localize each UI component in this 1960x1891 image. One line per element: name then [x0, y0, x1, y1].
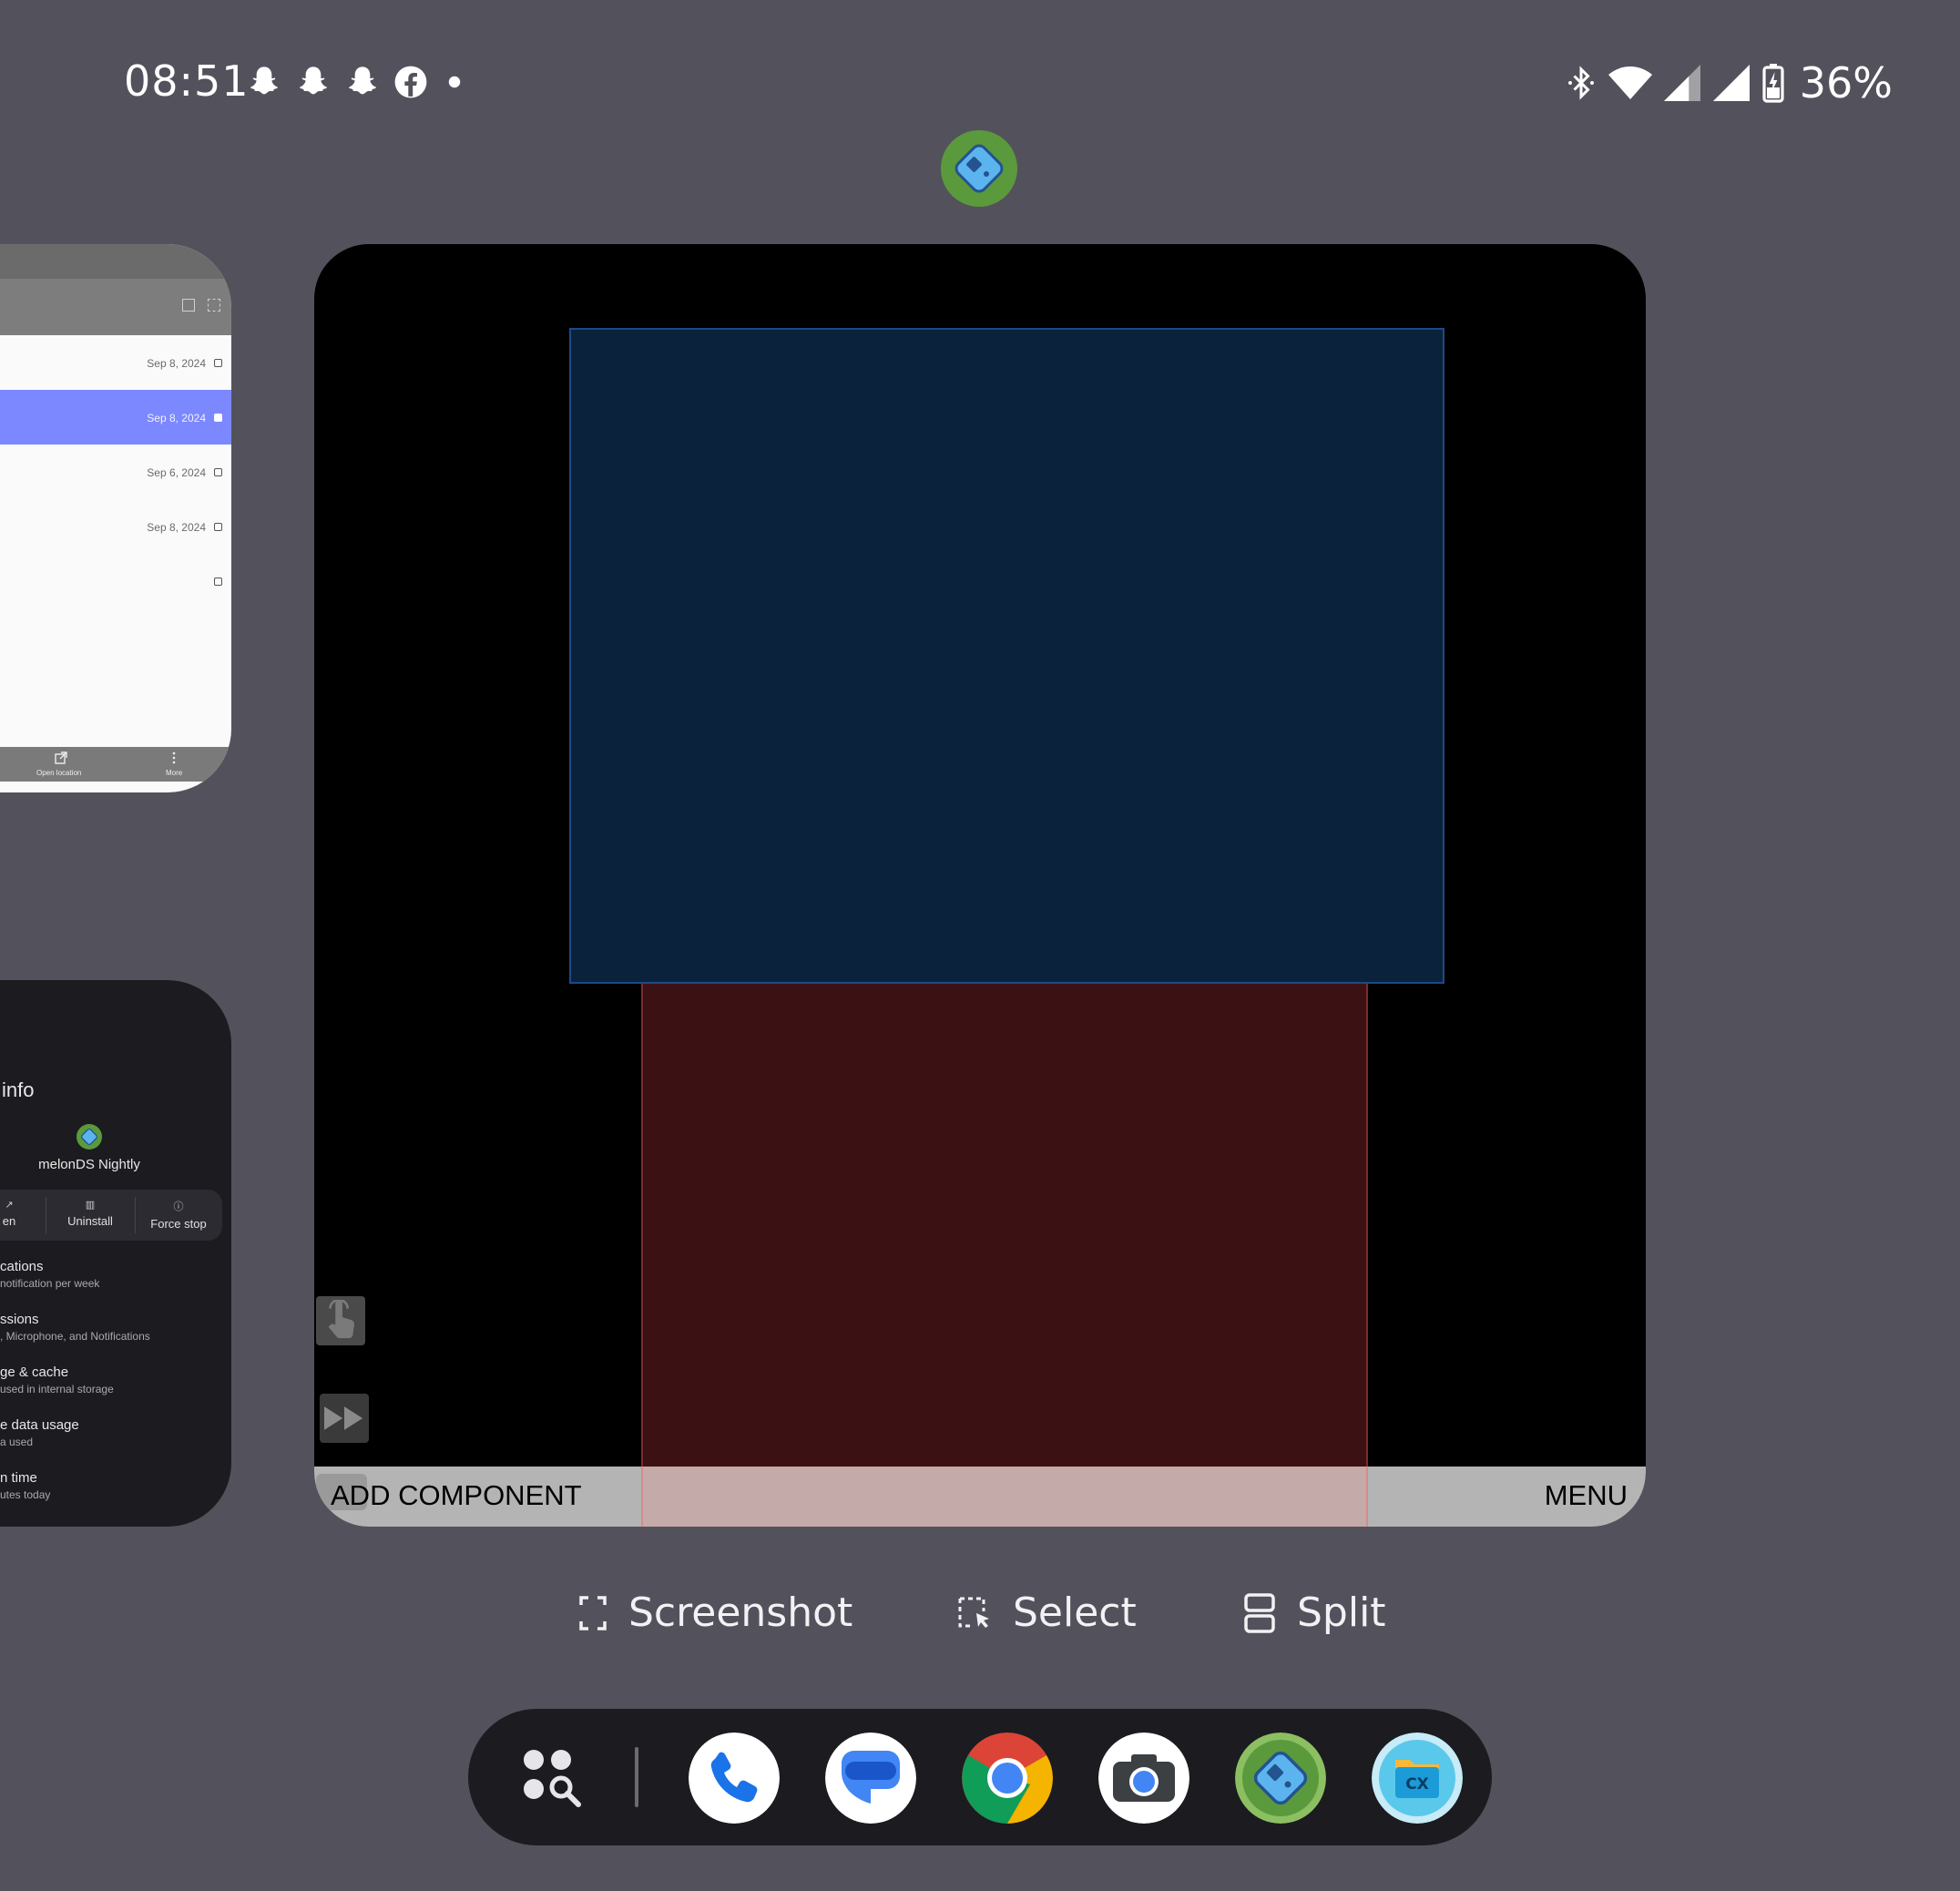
notification-icons	[246, 64, 468, 100]
settings-item-subtitle: , Microphone, and Notifications	[0, 1330, 150, 1343]
app-name: melonDS Nightly	[38, 1157, 140, 1172]
file-date: Sep 6, 2024	[147, 466, 206, 479]
ds-top-screen-area[interactable]	[569, 328, 1444, 984]
settings-item-title: e data usage	[0, 1417, 79, 1433]
open-label: en	[2, 1214, 16, 1228]
file-checkbox[interactable]	[214, 578, 222, 586]
app-drawer-search-icon[interactable]	[523, 1749, 585, 1811]
select-icon	[958, 1597, 989, 1628]
open-location-button[interactable]: Open location	[36, 769, 81, 777]
fast-forward-icon	[324, 1406, 363, 1430]
files-app-header	[0, 244, 231, 279]
melonds-icon[interactable]	[941, 130, 1017, 207]
facebook-icon	[394, 66, 427, 98]
wifi-icon	[1608, 66, 1652, 99]
bluetooth-icon	[1567, 66, 1594, 100]
file-date: Sep 8, 2024	[147, 521, 206, 534]
camera-icon[interactable]	[1098, 1733, 1189, 1824]
snapchat-icon	[300, 66, 327, 95]
more-grid-icon	[208, 299, 220, 312]
file-date: Sep 8, 2024	[147, 357, 206, 370]
file-row[interactable]: Sep 8, 2024	[0, 499, 231, 554]
file-checkbox-checked[interactable]	[214, 414, 222, 422]
files-bottom-actions: Open location More	[0, 747, 231, 782]
cx-file-explorer-icon[interactable]: CX	[1372, 1733, 1463, 1824]
trash-icon: ▥	[85, 1200, 96, 1211]
melonds-icon	[77, 1124, 102, 1150]
touch-toggle-button[interactable]	[316, 1296, 365, 1345]
uninstall-button[interactable]: ▥ Uninstall	[46, 1190, 135, 1241]
messages-icon[interactable]	[825, 1733, 916, 1824]
touch-hand-icon	[328, 1300, 355, 1339]
select-label: Select	[1013, 1589, 1137, 1636]
signal-icon	[1663, 65, 1700, 101]
file-row[interactable]: Sep 6, 2024	[0, 445, 231, 499]
settings-item-subtitle: notification per week	[0, 1277, 100, 1290]
stop-icon: ⓘ	[173, 1201, 184, 1212]
settings-item-permissions[interactable]: ssions , Microphone, and Notifications	[0, 1312, 150, 1343]
settings-item-subtitle: utes today	[0, 1488, 51, 1501]
menu-button[interactable]: MENU	[1545, 1479, 1628, 1512]
melonds-icon[interactable]	[1235, 1733, 1326, 1824]
settings-item-title: n time	[0, 1470, 37, 1486]
settings-item-subtitle: a used	[0, 1436, 34, 1448]
settings-item-storage[interactable]: ge & cache used in internal storage	[0, 1365, 114, 1395]
file-row[interactable]: Sep 8, 2024	[0, 335, 231, 390]
files-toolbar	[0, 279, 231, 335]
file-row-selected[interactable]: Sep 8, 2024	[0, 390, 231, 445]
file-checkbox[interactable]	[214, 359, 222, 367]
app-info-actions: ↗ en ▥ Uninstall ⓘ Force stop	[0, 1190, 222, 1241]
status-clock: 08:51	[124, 56, 250, 106]
open-icon: ↗	[5, 1200, 14, 1211]
select-button[interactable]: Select	[958, 1589, 1137, 1636]
select-all-icon	[182, 299, 195, 312]
battery-percent: 36%	[1799, 58, 1893, 107]
emulator-bottom-bar-overlap	[641, 1467, 1368, 1527]
settings-item-title: cations	[0, 1259, 44, 1274]
snapchat-icon	[349, 66, 376, 95]
battery-charging-icon	[1762, 64, 1784, 103]
chrome-icon[interactable]	[962, 1733, 1053, 1824]
system-status-icons: 36%	[1565, 58, 1893, 107]
settings-item-screen-time[interactable]: n time utes today	[0, 1470, 50, 1501]
screenshot-label: Screenshot	[628, 1589, 853, 1636]
settings-item-subtitle: used in internal storage	[0, 1383, 114, 1395]
settings-item-title: ge & cache	[0, 1365, 69, 1380]
split-label: Split	[1297, 1589, 1386, 1636]
svg-text:CX: CX	[1405, 1775, 1429, 1794]
phone-icon[interactable]	[689, 1733, 780, 1824]
signal-icon	[1712, 65, 1750, 101]
file-date: Sep 8, 2024	[147, 412, 206, 424]
more-button[interactable]: More	[166, 769, 182, 777]
uninstall-label: Uninstall	[67, 1214, 113, 1228]
dot-icon	[448, 76, 461, 88]
more-vert-icon	[172, 751, 176, 764]
screenshot-icon	[579, 1595, 607, 1630]
settings-item-notifications[interactable]: cations notification per week	[0, 1259, 99, 1290]
side-task-app-info[interactable]: info melonDS Nightly ↗ en ▥ Uninstall ⓘ …	[0, 980, 231, 1527]
file-checkbox[interactable]	[214, 468, 222, 476]
dock-divider	[635, 1747, 638, 1807]
open-location-icon	[55, 751, 67, 764]
app-info-title: info	[2, 1078, 35, 1101]
file-row[interactable]	[0, 554, 231, 608]
settings-item-data-usage[interactable]: e data usage a used	[0, 1417, 79, 1448]
add-component-button[interactable]: ADD COMPONENT	[331, 1479, 582, 1512]
fast-forward-button[interactable]	[320, 1394, 369, 1443]
overview-actions: Screenshot Select Split	[0, 1589, 1960, 1648]
taskbar-dock: CX	[468, 1709, 1492, 1845]
split-button[interactable]: Split	[1244, 1589, 1386, 1636]
ds-bottom-screen-area[interactable]	[641, 984, 1368, 1527]
file-checkbox[interactable]	[214, 523, 222, 531]
open-button[interactable]: ↗ en	[0, 1190, 46, 1241]
main-task-preview[interactable]: ADD COMPONENT MENU	[314, 244, 1646, 1527]
screenshot-button[interactable]: Screenshot	[579, 1589, 852, 1636]
force-stop-button[interactable]: ⓘ Force stop	[135, 1190, 222, 1241]
snapchat-icon	[250, 66, 278, 95]
split-icon	[1244, 1592, 1275, 1633]
side-task-files[interactable]: Sep 8, 2024 Sep 8, 2024 Sep 6, 2024 Sep …	[0, 244, 231, 792]
settings-item-title: ssions	[0, 1312, 39, 1327]
force-stop-label: Force stop	[150, 1217, 207, 1231]
